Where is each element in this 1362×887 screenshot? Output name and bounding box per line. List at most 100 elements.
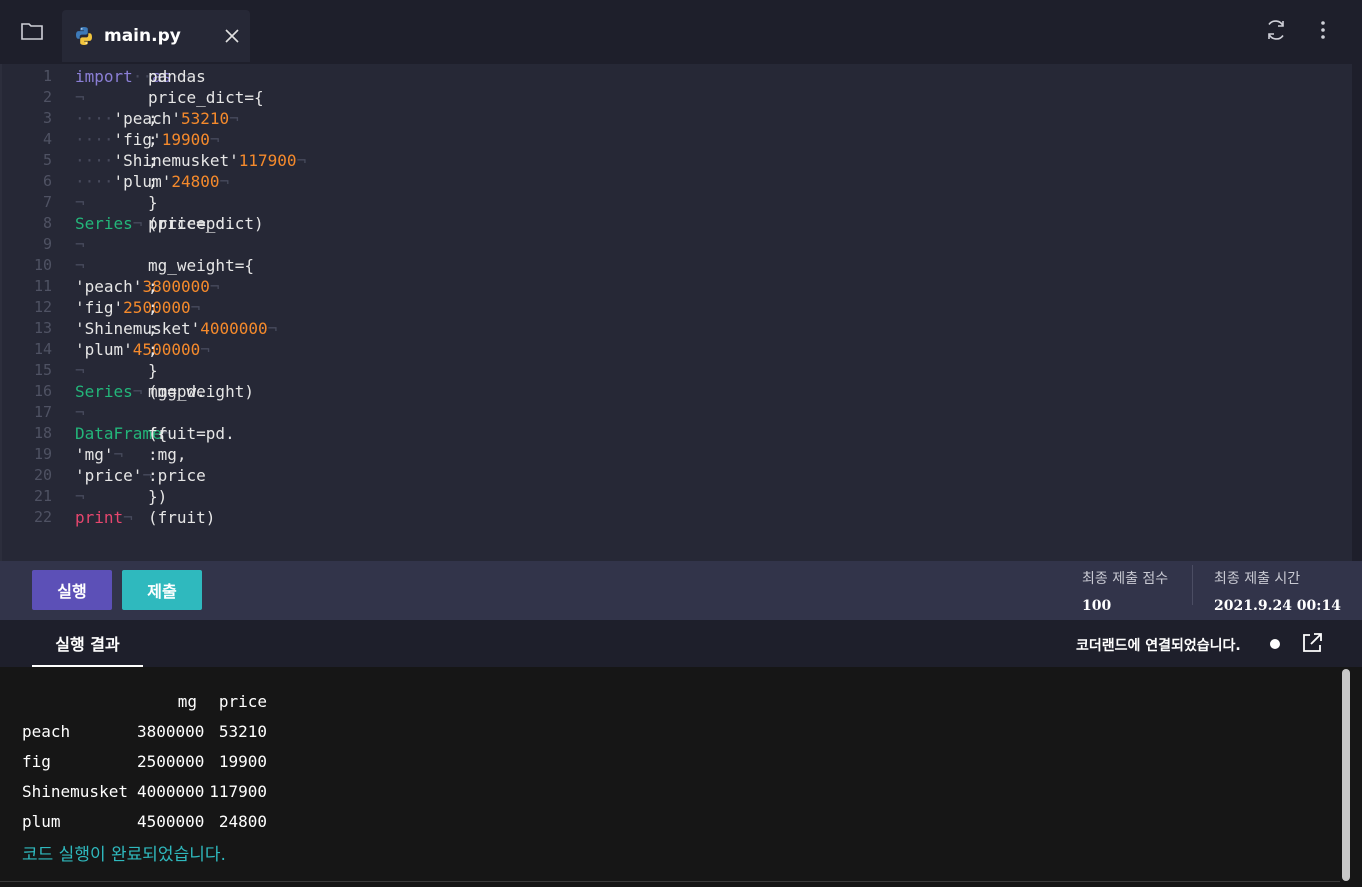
code-token: (fruit) xyxy=(148,508,216,527)
code-token: , xyxy=(148,151,158,170)
line-number: 2 xyxy=(42,88,52,106)
code-line[interactable]: 18 fruit=pd. DataFrame({¬ xyxy=(2,423,1342,444)
more-vertical-icon[interactable] xyxy=(1312,18,1334,42)
line-number: 20 xyxy=(33,466,52,484)
output-cell-mg: 3800000 xyxy=(137,722,205,741)
code-token: Series xyxy=(75,214,133,233)
output-row: Shinemusket 4000000 117900 xyxy=(22,782,272,802)
code-line[interactable]: 16 mg=pd. Series (mg_weight) ¬ xyxy=(2,381,1342,402)
output-row-index: plum xyxy=(22,812,61,831)
code-text: ····'fig':19900, ¬ xyxy=(75,129,220,150)
connection-status: 코더랜드에 연결되었습니다. xyxy=(1076,638,1241,654)
code-token: , xyxy=(148,130,158,149)
code-token: ¬ xyxy=(219,172,230,191)
code-line[interactable]: 12 'fig':2500000, ¬ xyxy=(2,297,1342,318)
code-token: price_dict={ xyxy=(148,88,264,107)
code-text: 'plum':4500000, ¬ xyxy=(75,339,210,360)
bottom-border xyxy=(0,881,1340,887)
line-number: 11 xyxy=(33,277,52,295)
final-score-value: 100 xyxy=(1082,598,1112,614)
external-link-icon[interactable] xyxy=(1300,631,1324,655)
file-tab-label: main.py xyxy=(104,26,181,46)
editor-scrollbar[interactable] xyxy=(1352,64,1362,561)
line-number: 3 xyxy=(42,109,52,127)
output-cell-price: 19900 xyxy=(218,752,267,771)
code-token: 117900 xyxy=(238,151,297,170)
submit-button[interactable]: 제출 xyxy=(122,570,202,610)
code-token: ¬ xyxy=(75,256,85,275)
code-line[interactable]: 4 ····'fig':19900, ¬ xyxy=(2,129,1342,150)
code-line[interactable]: 9 ¬ xyxy=(2,234,1342,255)
refresh-icon[interactable] xyxy=(1264,18,1288,42)
output-console: mg price peach 3800000 53210 fig 2500000 1990… xyxy=(0,667,1340,887)
code-text: }) ¬ xyxy=(75,486,167,507)
output-row: plum 4500000 24800 xyxy=(22,812,272,832)
output-row-index: fig xyxy=(22,752,51,771)
code-line[interactable]: 6 ····'plum':24800, ¬ xyxy=(2,171,1342,192)
output-header-row: mg price xyxy=(22,692,272,712)
output-col-price: price xyxy=(218,692,267,711)
code-text: price=pd. Series (price_dict) ¬ xyxy=(75,213,264,234)
code-token: ¬ xyxy=(190,298,201,317)
output-col-mg: mg xyxy=(177,692,197,711)
action-bar: 실행 제출 최종 제출 점수 100 최종 제출 시간 2021.9.24 00… xyxy=(0,561,1362,620)
line-number: 4 xyxy=(42,130,52,148)
code-token: 'plum' xyxy=(113,172,172,191)
code-text: ¬ xyxy=(75,402,85,423)
code-line[interactable]: 3 ····'peach':53210, ¬ xyxy=(2,108,1342,129)
code-line[interactable]: 15} ¬ xyxy=(2,360,1342,381)
code-line[interactable]: 2 price_dict={ ¬ xyxy=(2,87,1342,108)
code-line[interactable]: 7} ¬ xyxy=(2,192,1342,213)
output-scrollbar[interactable] xyxy=(1340,667,1362,887)
code-token: ¬ xyxy=(75,88,85,107)
line-number: 5 xyxy=(42,151,52,169)
code-line[interactable]: 5 ····'Shinemusket':117900, ¬ xyxy=(2,150,1342,171)
code-text: ····'plum':24800, ¬ xyxy=(75,171,229,192)
status-dot-icon xyxy=(1270,639,1280,649)
code-line[interactable]: 13 'Shinemusket':4000000, ¬ xyxy=(2,318,1342,339)
file-tab-main-py[interactable]: main.py xyxy=(62,10,250,62)
output-cell-mg: 4500000 xyxy=(137,812,205,831)
run-button[interactable]: 실행 xyxy=(32,570,112,610)
code-text: ¬ xyxy=(75,234,85,255)
code-token: 'peach' xyxy=(75,277,143,296)
code-token: ···· xyxy=(75,109,114,128)
code-text: 'mg':mg, ¬ xyxy=(75,444,187,465)
code-token: 'fig' xyxy=(75,298,124,317)
output-header: 실행 결과 코더랜드에 연결되었습니다. xyxy=(0,620,1362,667)
line-number: 12 xyxy=(33,298,52,316)
code-line[interactable]: 22 print (fruit) ¬ xyxy=(2,507,1342,528)
final-submit-time-value: 2021.9.24 00:14 xyxy=(1214,598,1341,614)
tab-run-result[interactable]: 실행 결과 xyxy=(32,620,143,667)
code-line[interactable]: 11 'peach':3800000, ¬ xyxy=(2,276,1342,297)
code-line[interactable]: 10 mg_weight={¬ xyxy=(2,255,1342,276)
code-token: } xyxy=(148,361,158,380)
code-text: } ¬ xyxy=(75,192,158,213)
code-text: ····'Shinemusket':117900, ¬ xyxy=(75,150,306,171)
code-token: , xyxy=(148,277,158,296)
output-cell-mg: 2500000 xyxy=(137,752,205,771)
code-token: (mg_weight) xyxy=(148,382,254,401)
code-token: :mg, xyxy=(148,445,226,464)
output-cell-mg: 4000000 xyxy=(137,782,205,801)
stat-divider xyxy=(1192,565,1193,605)
code-line[interactable]: 20 'price':price ¬ xyxy=(2,465,1342,486)
code-token: pd xyxy=(148,67,168,86)
code-line[interactable]: 21}) ¬ xyxy=(2,486,1342,507)
code-line[interactable]: 19 'mg':mg, ¬ xyxy=(2,444,1342,465)
code-text: 'Shinemusket':4000000, ¬ xyxy=(75,318,277,339)
run-complete-message: 코드 실행이 완료되었습니다. xyxy=(22,845,226,865)
code-token: ¬ xyxy=(296,151,307,170)
code-token: ¬ xyxy=(132,214,143,233)
code-line[interactable]: 8 price=pd. Series (price_dict) ¬ xyxy=(2,213,1342,234)
code-token: 'plum' xyxy=(75,340,133,359)
code-text: mg_weight={¬ xyxy=(75,255,254,276)
close-icon[interactable] xyxy=(222,26,242,46)
code-token: :price xyxy=(148,466,235,485)
folder-icon[interactable] xyxy=(18,18,46,44)
code-line[interactable]: 17 ¬ xyxy=(2,402,1342,423)
code-line[interactable]: 14 'plum':4500000, ¬ xyxy=(2,339,1342,360)
code-editor[interactable]: 1 import· pandas ·as· pd ¬ 2 price_dict={ ¬ 3 ····… xyxy=(0,64,1352,561)
code-line[interactable]: 1 import· pandas ·as· pd ¬ xyxy=(2,66,1342,87)
line-number: 9 xyxy=(42,235,52,253)
